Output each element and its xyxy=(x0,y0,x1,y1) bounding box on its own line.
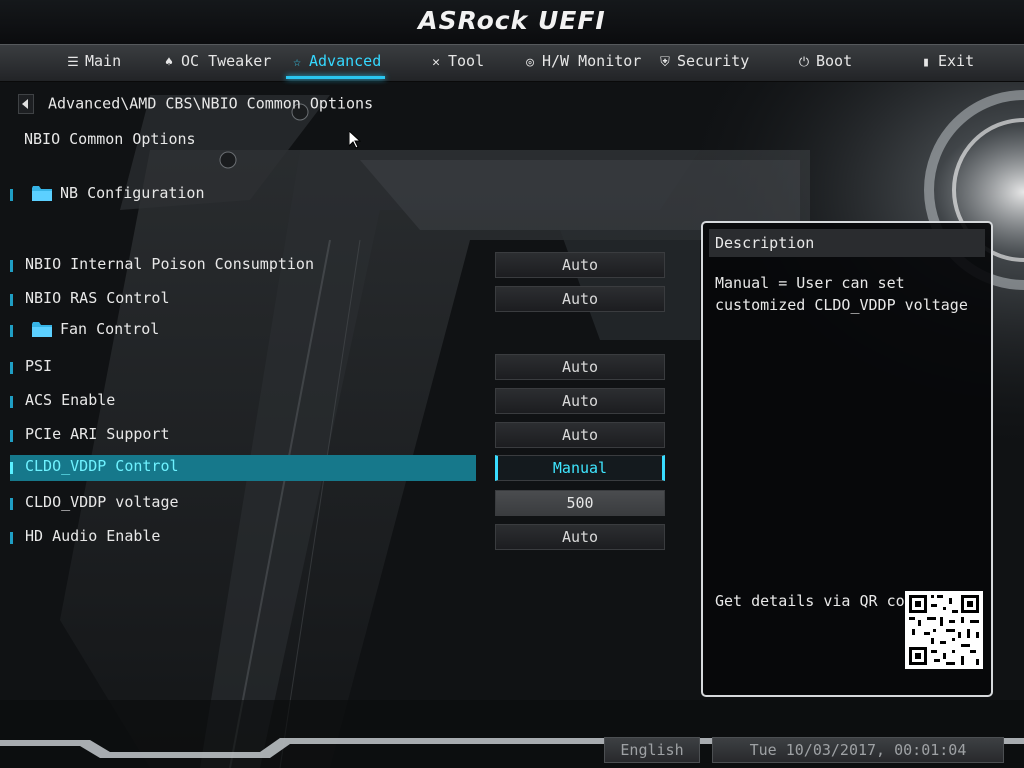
row-marker xyxy=(10,325,13,337)
row-marker xyxy=(10,362,13,374)
row-marker xyxy=(10,498,13,510)
tab-oc-tweaker[interactable]: ♠ OC Tweaker xyxy=(162,45,271,81)
value-cldo-vddp-control[interactable]: Manual xyxy=(495,455,665,481)
value-cldo-vddp-voltage[interactable]: 500 xyxy=(495,490,665,516)
asrock-uefi-logo: ASRock UEFI xyxy=(418,6,606,35)
tab-boot[interactable]: ⏻ Boot xyxy=(797,45,852,81)
setting-hd-audio-enable[interactable]: HD Audio Enable xyxy=(10,525,480,549)
back-arrow-icon[interactable] xyxy=(18,94,34,114)
shield-icon: ⛨ xyxy=(660,55,670,70)
tab-hw-monitor[interactable]: ◎ H/W Monitor xyxy=(523,45,641,81)
value-pcie-ari-support[interactable]: Auto xyxy=(495,422,665,448)
row-marker xyxy=(10,532,13,544)
row-marker xyxy=(10,294,13,306)
row-marker xyxy=(10,430,13,442)
row-marker xyxy=(10,462,13,474)
row-marker xyxy=(10,189,13,201)
tab-main[interactable]: ☰ Main xyxy=(66,45,121,81)
folder-icon xyxy=(32,322,52,337)
setting-nbio-internal-poison-consumption[interactable]: NBIO Internal Poison Consumption xyxy=(10,253,480,277)
description-text: Manual = User can set customized CLDO_VD… xyxy=(715,274,968,314)
breadcrumb: Advanced\AMD CBS\NBIO Common Options xyxy=(18,94,373,116)
star-icon: ☆ xyxy=(293,55,301,70)
folder-nb-configuration[interactable]: NB Configuration xyxy=(10,182,480,206)
setting-cldo-vddp-control[interactable]: CLDO_VDDP Control xyxy=(10,455,476,481)
qr-label: Get details via QR code xyxy=(715,592,923,610)
tab-exit[interactable]: ▮ Exit xyxy=(919,45,974,81)
row-marker xyxy=(10,260,13,272)
setting-pcie-ari-support[interactable]: PCIe ARI Support xyxy=(10,423,480,447)
rocket-icon: ♠ xyxy=(165,55,173,70)
value-acs-enable[interactable]: Auto xyxy=(495,388,665,414)
value-nbio-ras-control[interactable]: Auto xyxy=(495,286,665,312)
setting-psi[interactable]: PSI xyxy=(10,355,480,379)
setting-acs-enable[interactable]: ACS Enable xyxy=(10,389,480,413)
tab-tool[interactable]: ✕ Tool xyxy=(429,45,484,81)
power-icon: ⏻ xyxy=(798,55,810,70)
tab-security[interactable]: ⛨ Security xyxy=(658,45,749,81)
exit-icon: ▮ xyxy=(922,55,930,70)
language-button[interactable]: English xyxy=(604,737,700,763)
tools-icon: ✕ xyxy=(432,55,440,70)
mouse-cursor-icon xyxy=(349,131,361,149)
folder-icon xyxy=(32,186,52,201)
page-title: NBIO Common Options xyxy=(24,130,196,148)
description-panel: Description Manual = User can set custom… xyxy=(701,221,993,697)
monitor-icon: ◎ xyxy=(526,55,534,70)
main-nav: ☰ Main ♠ OC Tweaker ☆ Advanced ✕ Tool ◎ H/W M… xyxy=(0,44,1024,82)
breadcrumb-path: Advanced\AMD CBS\NBIO Common Options xyxy=(48,94,374,113)
setting-cldo-vddp-voltage[interactable]: CLDO_VDDP voltage xyxy=(10,491,480,515)
row-marker xyxy=(10,396,13,408)
setting-nbio-ras-control[interactable]: NBIO RAS Control xyxy=(10,287,480,311)
description-heading: Description xyxy=(709,229,985,257)
datetime-display: Tue 10/03/2017, 00:01:04 xyxy=(712,737,1004,763)
value-psi[interactable]: Auto xyxy=(495,354,665,380)
value-hd-audio-enable[interactable]: Auto xyxy=(495,524,665,550)
qr-code xyxy=(905,591,983,669)
list-icon: ☰ xyxy=(67,55,79,70)
value-nbio-internal-poison-consumption[interactable]: Auto xyxy=(495,252,665,278)
tab-advanced[interactable]: ☆ Advanced xyxy=(285,45,386,81)
folder-fan-control[interactable]: Fan Control xyxy=(10,318,480,342)
